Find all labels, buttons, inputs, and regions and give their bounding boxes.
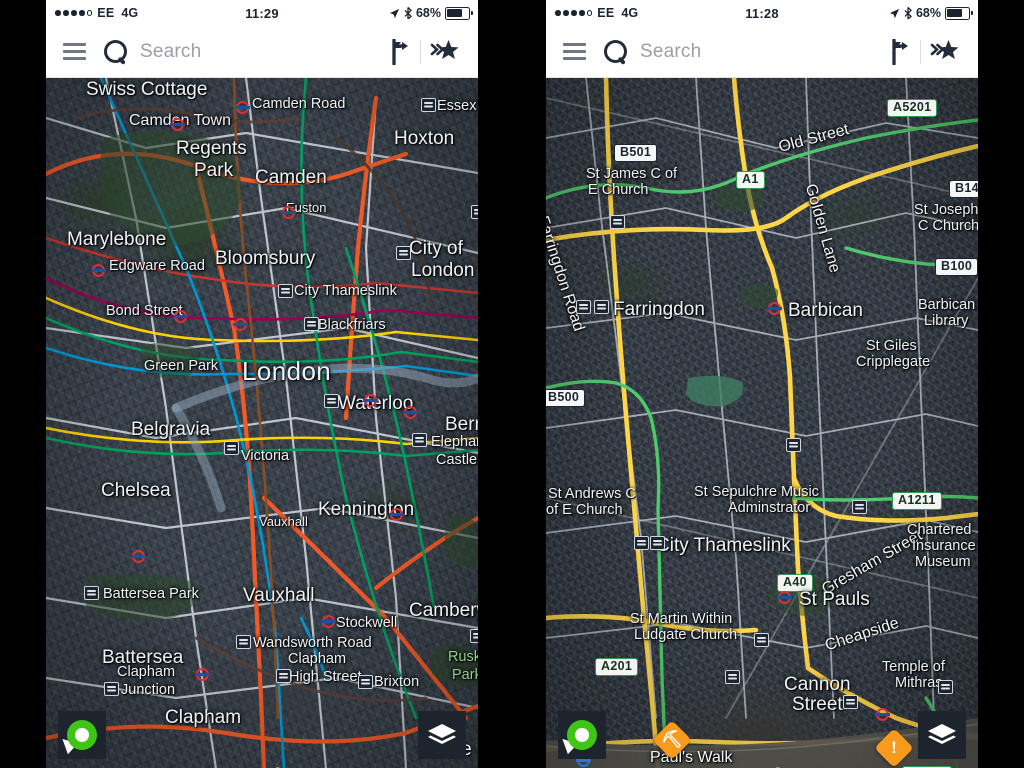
bluetooth-icon	[404, 7, 412, 19]
road-shield: A1211	[892, 492, 942, 510]
status-right: 68%	[889, 6, 973, 20]
screenshot-canvas: EE 4G 11:29 68% Search London Swiss Cott…	[0, 0, 1024, 768]
search-input[interactable]: Search	[140, 41, 201, 63]
status-bar: EE 4G 11:29 68%	[46, 0, 478, 26]
road-shield: A40	[777, 574, 813, 592]
tube-station-icon	[170, 118, 185, 131]
rail-station-icon	[650, 536, 665, 550]
battery-percent: 68%	[915, 6, 941, 20]
locate-icon	[58, 720, 97, 757]
map-canvas-left[interactable]: London Swiss Cottage Camden Town Camden …	[46, 78, 478, 768]
phone-screenshot-right: EE 4G 11:28 68% Search A5201 B501 A1 B14…	[546, 0, 978, 768]
tube-station-icon	[363, 394, 378, 407]
road-shield: B501	[614, 144, 658, 162]
tube-station-icon	[235, 101, 250, 114]
rail-station-icon	[224, 441, 239, 455]
directions-icon[interactable]	[374, 32, 420, 72]
tube-station-icon	[767, 302, 782, 315]
road-shield: A5201	[887, 99, 938, 117]
rail-station-icon	[634, 536, 649, 550]
poi-icon	[938, 680, 953, 694]
status-right: 68%	[389, 6, 473, 20]
parking-icon	[852, 500, 867, 514]
search-input[interactable]: Search	[640, 41, 701, 63]
menu-icon[interactable]	[63, 43, 86, 60]
rail-station-icon	[304, 317, 319, 331]
tube-station-icon	[389, 508, 404, 521]
tube-station-icon	[173, 310, 188, 323]
parking-icon	[786, 438, 801, 452]
rail-station-icon	[412, 433, 427, 447]
rail-station-icon	[276, 669, 291, 683]
rail-station-icon	[471, 205, 478, 219]
rail-station-icon	[236, 635, 251, 649]
phone-screenshot-left: EE 4G 11:29 68% Search London Swiss Cott…	[46, 0, 478, 768]
tube-station-icon	[91, 264, 106, 277]
location-arrow-icon	[889, 8, 900, 18]
locate-me-button[interactable]	[58, 711, 106, 759]
search-icon[interactable]	[602, 39, 628, 65]
rail-station-icon	[594, 300, 609, 314]
tube-station-icon	[403, 406, 418, 419]
directions-icon[interactable]	[874, 32, 920, 72]
map-layers-button[interactable]	[918, 711, 966, 759]
poi-icon	[754, 633, 769, 647]
menu-icon[interactable]	[563, 43, 586, 60]
search-toolbar: Search	[46, 26, 478, 78]
location-arrow-icon	[389, 8, 400, 18]
layers-icon	[928, 724, 956, 744]
tube-station-icon	[321, 615, 336, 628]
status-bar: EE 4G 11:28 68%	[546, 0, 978, 26]
toolbar-actions	[874, 32, 967, 72]
toolbar-actions	[374, 32, 467, 72]
collections-icon[interactable]	[921, 32, 967, 72]
road-shield: B100	[935, 258, 978, 276]
tube-station-icon	[233, 318, 248, 331]
rail-station-icon	[324, 394, 339, 408]
rail-station-icon	[104, 682, 119, 696]
tube-station-icon	[131, 550, 146, 563]
battery-percent: 68%	[415, 6, 441, 20]
roadworks-icon[interactable]: ⛏	[652, 720, 692, 760]
search-icon[interactable]	[102, 39, 128, 65]
rail-station-icon	[358, 675, 373, 689]
tube-station-icon	[281, 206, 296, 219]
rail-station-icon	[84, 586, 99, 600]
search-toolbar: Search	[546, 26, 978, 78]
battery-icon	[945, 6, 973, 20]
map-layers-button[interactable]	[418, 711, 466, 759]
map-canvas-right[interactable]: A5201 B501 A1 B14 B100 B500 A1211 A40 A2…	[546, 78, 978, 768]
parking-icon	[610, 215, 625, 229]
info-icon	[725, 670, 740, 684]
road-shield: A1	[736, 171, 765, 189]
rail-station-icon	[843, 695, 858, 709]
tube-station-icon	[875, 708, 890, 721]
road-shield: B500	[546, 389, 586, 407]
road-shield: A201	[595, 658, 639, 676]
map-vignette	[46, 78, 478, 768]
battery-icon	[445, 6, 473, 20]
rail-station-icon	[278, 284, 293, 298]
tube-station-icon	[195, 668, 210, 681]
locate-me-button[interactable]	[558, 711, 606, 759]
rail-station-icon	[421, 98, 436, 112]
rail-station-icon	[470, 629, 478, 643]
rail-station-icon	[396, 246, 411, 260]
rail-station-icon	[576, 300, 591, 314]
tube-station-icon	[777, 591, 792, 604]
incident-icon[interactable]: !	[874, 728, 914, 768]
road-shield: B14	[949, 180, 978, 198]
collections-icon[interactable]	[421, 32, 467, 72]
layers-icon	[428, 724, 456, 744]
locate-icon	[558, 720, 597, 757]
bluetooth-icon	[904, 7, 912, 19]
